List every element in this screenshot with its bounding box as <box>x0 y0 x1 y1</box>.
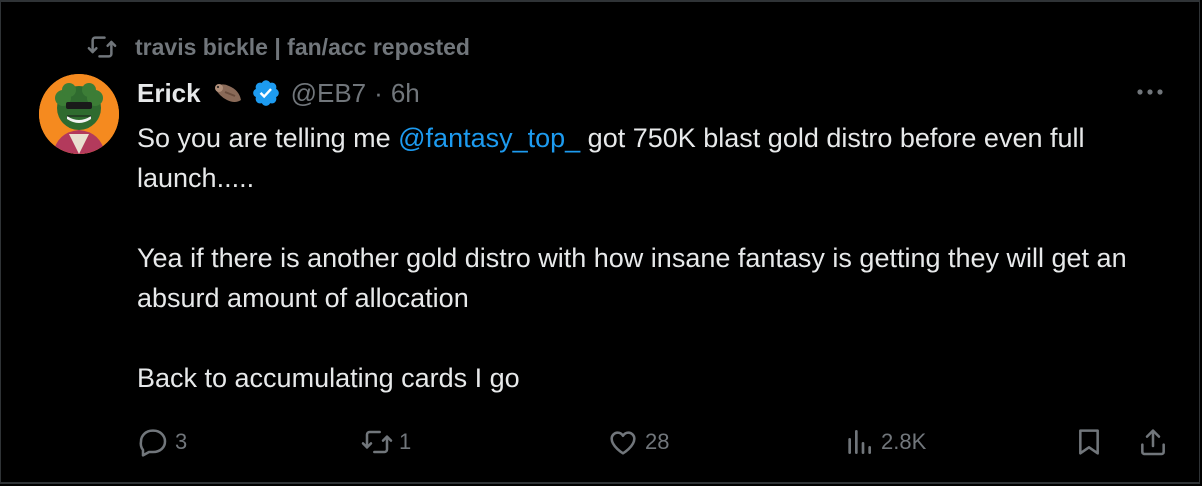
author-handle[interactable]: @EB7 <box>291 78 367 109</box>
repost-context[interactable]: travis bickle | fan/acc reposted <box>87 32 470 62</box>
tweet-card[interactable]: travis bickle | fan/acc reposted Erick @… <box>0 0 1200 484</box>
display-name[interactable]: Erick <box>137 78 201 109</box>
heart-icon <box>607 426 639 458</box>
repost-count: 1 <box>399 429 412 454</box>
share-button[interactable] <box>1137 422 1169 462</box>
tweet-text: So you are telling me @fantasy_top_ got … <box>137 118 1167 398</box>
avatar[interactable] <box>39 74 119 154</box>
repost-text: travis bickle | fan/acc reposted <box>135 33 470 60</box>
more-options-icon[interactable] <box>1135 82 1165 102</box>
tweet-paragraph-3: Back to accumulating cards I go <box>137 363 520 393</box>
repost-icon <box>87 32 117 62</box>
tweet-paragraph-1: So you are telling me @fantasy_top_ got … <box>137 123 1085 193</box>
mention-link[interactable]: @fantasy_top_ <box>398 123 580 153</box>
separator-dot: · <box>374 77 383 108</box>
bookmark-button[interactable] <box>1073 422 1105 462</box>
like-count: 28 <box>645 429 670 454</box>
verified-badge-icon[interactable] <box>251 78 281 108</box>
tweet-header: Erick @EB7 · 6h <box>137 74 420 112</box>
views-button[interactable]: 2.8K <box>843 422 926 462</box>
repost-button[interactable]: 1 <box>361 422 411 462</box>
reply-icon <box>137 426 169 458</box>
reply-count: 3 <box>175 429 188 454</box>
repost-action-icon <box>361 426 393 458</box>
tweet-timestamp[interactable]: 6h <box>391 78 420 109</box>
otter-emoji-icon <box>211 78 245 108</box>
bookmark-icon <box>1073 426 1105 458</box>
views-chart-icon <box>843 426 875 458</box>
views-count: 2.8K <box>881 429 927 454</box>
reply-button[interactable]: 3 <box>137 422 187 462</box>
share-icon <box>1137 426 1169 458</box>
like-button[interactable]: 28 <box>607 422 669 462</box>
tweet-actions: 3 1 28 2.8K <box>137 422 1177 462</box>
tweet-paragraph-2: Yea if there is another gold distro with… <box>137 243 1127 313</box>
